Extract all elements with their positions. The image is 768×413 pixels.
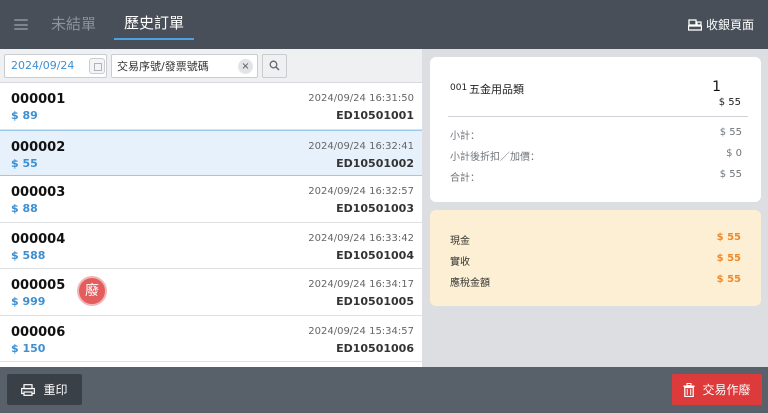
search-placeholder: 交易序號/發票號碼 [117,59,209,73]
top-bar: 未結單 歷史訂單 收銀頁面 [0,0,768,49]
order-row[interactable]: 000004 $ 588 2024/09/24 16:33:42 ED10501… [0,223,422,269]
trash-icon [683,382,695,397]
discount-row: 小計後折扣／加價： $ 0 [450,148,742,163]
item-quantity: 1 [712,79,721,95]
date-value: 2024/09/24 [11,59,75,72]
order-invoice: ED10501006 [336,341,414,355]
reprint-button[interactable]: 重印 [7,374,82,405]
payment-value: $ 55 [716,232,741,243]
payment-row-cash: 現金 $ 55 [450,232,741,247]
order-datetime: 2024/09/24 16:31:50 [308,93,414,104]
total-value: $ 55 [719,169,742,180]
order-invoice: ED10501002 [336,156,414,170]
order-list-panel: 2024/09/24 交易序號/發票號碼 × 000001 $ 89 2024/… [0,49,422,367]
void-transaction-label: 交易作廢 [702,383,751,397]
total-row: 合計： $ 55 [450,169,742,184]
search-input[interactable]: 交易序號/發票號碼 × [111,53,258,78]
search-button[interactable] [262,53,287,78]
order-detail-card: 001 五金用品類 1 $ 55 小計： $ 55 小計後折扣／加價： $ 0 … [430,57,761,202]
order-row[interactable]: 000006 $ 150 2024/09/24 15:34:57 ED10501… [0,316,422,362]
bottom-bar: 重印 交易作廢 [0,367,768,413]
order-invoice: ED10501004 [336,248,414,262]
reprint-label: 重印 [43,383,68,397]
filter-bar: 2024/09/24 交易序號/發票號碼 × [0,49,422,83]
payment-row-taxable: 應稅金額 $ 55 [450,274,741,289]
order-amount: $ 55 [11,156,38,170]
payment-value: $ 55 [716,274,741,285]
voided-stamp-icon: 廢 [77,276,107,306]
payment-value: $ 55 [716,253,741,264]
order-amount: $ 588 [11,248,46,262]
discount-label: 小計後折扣／加價： [450,152,540,163]
void-transaction-button[interactable]: 交易作廢 [672,374,762,405]
register-page-button[interactable]: 收銀頁面 [687,16,754,33]
order-number: 000003 [11,185,66,200]
order-number: 000002 [11,139,66,155]
order-row[interactable]: 000001 $ 89 2024/09/24 16:31:50 ED105010… [0,83,422,130]
order-invoice: ED10501005 [336,295,414,308]
order-invoice: ED10501001 [336,109,414,122]
order-amount: $ 89 [11,109,38,122]
order-number: 000006 [11,324,66,340]
order-datetime: 2024/09/24 16:32:57 [308,186,414,197]
item-code: 001 [450,83,468,93]
order-row[interactable]: 000003 $ 88 2024/09/24 16:32:57 ED105010… [0,176,422,223]
payment-row-received: 實收 $ 55 [450,253,741,268]
tab-order-history[interactable]: 歷史訂單 [114,12,195,40]
payment-label: 現金 [450,236,470,247]
order-datetime: 2024/09/24 16:33:42 [308,232,414,244]
order-amount: $ 999 [11,295,46,308]
order-datetime: 2024/09/24 16:34:17 [308,279,414,290]
clear-icon[interactable]: × [238,58,253,74]
subtotal-value: $ 55 [719,127,742,138]
subtotal-label: 小計： [450,131,480,142]
discount-value: $ 0 [726,148,742,159]
item-price: $ 55 [718,97,741,108]
payment-label: 應稅金額 [450,278,490,289]
tab-open-orders[interactable]: 未結單 [51,13,96,38]
order-number: 000005 [11,278,66,293]
register-icon [687,19,702,31]
subtotal-row: 小計： $ 55 [450,127,742,142]
total-label: 合計： [450,173,480,184]
order-number: 000004 [11,231,66,247]
order-datetime: 2024/09/24 16:32:41 [308,140,414,152]
order-invoice: ED10501003 [336,202,414,215]
order-amount: $ 150 [11,341,46,355]
search-icon [269,60,280,71]
date-picker-field[interactable]: 2024/09/24 [4,53,107,78]
hamburger-menu-icon[interactable] [14,19,28,30]
order-number: 000001 [11,92,66,107]
order-row-selected[interactable]: 000002 $ 55 2024/09/24 16:32:41 ED105010… [0,129,422,176]
order-datetime: 2024/09/24 15:34:57 [308,325,414,337]
order-row[interactable]: 000005 $ 999 廢 2024/09/24 16:34:17 ED105… [0,269,422,316]
register-page-label: 收銀頁面 [705,18,754,32]
item-name: 五金用品類 [469,83,524,96]
divider [448,116,748,117]
printer-icon [21,383,36,396]
payment-label: 實收 [450,257,470,268]
payment-card: 現金 $ 55 實收 $ 55 應稅金額 $ 55 [430,210,761,306]
calendar-icon[interactable] [89,57,105,74]
order-amount: $ 88 [11,202,38,215]
